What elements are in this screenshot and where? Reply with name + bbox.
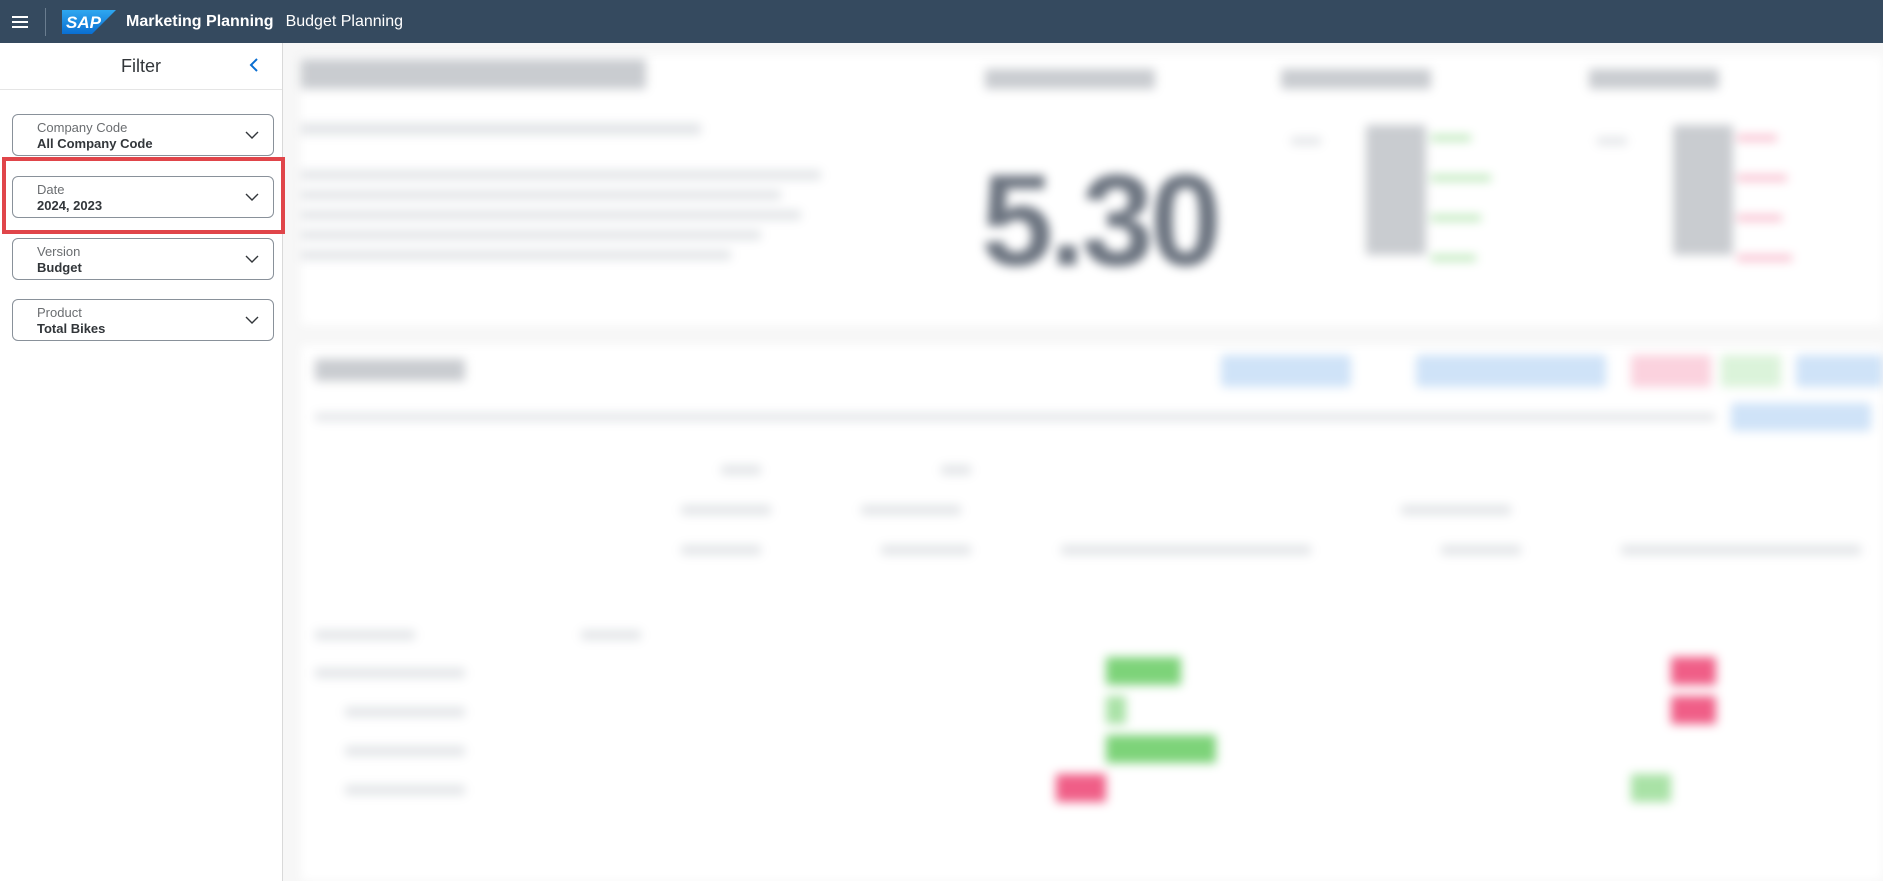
app-subtitle: Budget Planning	[285, 12, 404, 30]
kpi-big-value: 5.30	[981, 147, 1222, 293]
app-title[interactable]: Marketing Planning	[126, 13, 274, 31]
company-code-value: All Company Code	[37, 136, 153, 151]
blurred-dashboard-content: 5.30	[301, 55, 1883, 881]
product-label: Product	[37, 305, 82, 320]
chevron-down-icon[interactable]	[245, 128, 259, 142]
chevron-down-icon[interactable]	[245, 190, 259, 204]
filter-panel: Filter Company Code All Company Code Dat…	[0, 43, 283, 881]
summary-card: 5.30	[301, 55, 1883, 325]
sap-logo[interactable]: SAP	[62, 9, 116, 34]
product-value: Total Bikes	[37, 321, 106, 336]
filter-title: Filter	[121, 55, 161, 76]
date-label: Date	[37, 182, 65, 197]
version-select[interactable]: Version Budget	[12, 238, 274, 280]
date-value: 2024, 2023	[37, 198, 103, 213]
collapse-panel-icon[interactable]	[244, 55, 264, 75]
company-code-select[interactable]: Company Code All Company Code	[12, 114, 274, 156]
budget-table-card	[301, 345, 1883, 881]
chevron-down-icon[interactable]	[245, 313, 259, 327]
version-value: Budget	[37, 260, 82, 275]
version-label: Version	[37, 244, 81, 259]
product-select[interactable]: Product Total Bikes	[12, 299, 274, 341]
date-select[interactable]: Date 2024, 2023	[12, 176, 274, 218]
company-code-label: Company Code	[37, 120, 128, 135]
svg-text:SAP: SAP	[66, 13, 102, 32]
hamburger-menu-icon[interactable]	[0, 0, 40, 43]
shell-bar: SAP Marketing Planning Budget Planning	[0, 0, 1883, 43]
filter-header: Filter	[0, 43, 282, 90]
chevron-down-icon[interactable]	[245, 252, 259, 266]
shell-separator	[45, 7, 46, 36]
